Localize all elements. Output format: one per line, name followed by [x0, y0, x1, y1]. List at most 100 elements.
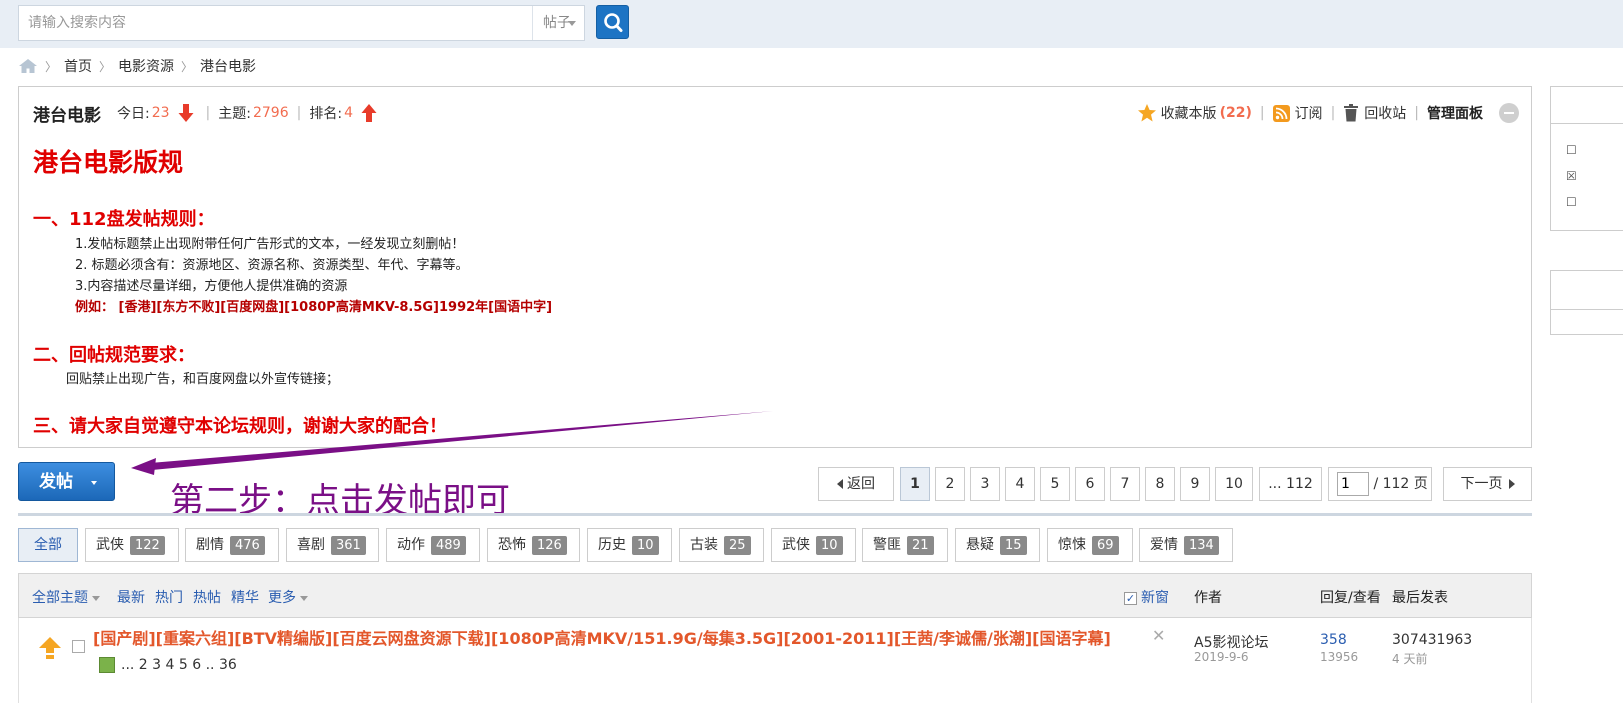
page-total-label: / 112 页: [1373, 476, 1428, 492]
thread-author[interactable]: A5影视论坛: [1194, 632, 1268, 652]
page-3[interactable]: 3: [970, 467, 1000, 501]
breadcrumb-home[interactable]: 首页: [64, 56, 92, 76]
search-type-select[interactable]: 帖子: [532, 6, 584, 40]
today-count: 23: [151, 105, 170, 121]
tag-history[interactable]: 历史 10: [587, 528, 672, 562]
search-input[interactable]: [19, 6, 532, 40]
recycle-bin-link[interactable]: 回收站: [1364, 103, 1406, 123]
tag-label: 动作: [397, 537, 425, 553]
collapse-icon[interactable]: [1499, 103, 1519, 123]
tag-action[interactable]: 动作 489: [386, 528, 480, 562]
filter-digest[interactable]: 精华: [231, 587, 259, 607]
tag-all[interactable]: 全部: [18, 528, 78, 562]
last-post-time: 4 天前: [1392, 652, 1428, 666]
breadcrumb-movie-resources[interactable]: 电影资源: [118, 56, 174, 76]
side-checkbox-icon: ☐: [1566, 195, 1577, 209]
filter-all-topics[interactable]: 全部主题: [32, 587, 100, 607]
chevron-down-icon: [91, 481, 97, 485]
rss-icon: [1272, 104, 1290, 122]
tag-label: 古装: [690, 537, 718, 553]
divider: [1551, 123, 1623, 124]
rules-title: 港台电影版规: [33, 148, 184, 177]
search-type-label: 帖子: [543, 15, 571, 31]
rule-example: 例如： [香港][东方不败][百度网盘][1080P高清MKV-8.5G]199…: [75, 300, 553, 315]
divider: [1551, 309, 1623, 310]
home-icon[interactable]: [18, 58, 38, 74]
tag-drama[interactable]: 剧情 476: [185, 528, 279, 562]
page-5[interactable]: 5: [1040, 467, 1070, 501]
thread-views: 13956: [1320, 650, 1359, 664]
page-6[interactable]: 6: [1075, 467, 1105, 501]
divider: |: [1330, 105, 1336, 121]
rank-value: 4: [344, 105, 353, 121]
divider: |: [205, 105, 211, 121]
page-7[interactable]: 7: [1110, 467, 1140, 501]
thread-title[interactable]: [国产剧][重案六组][BTV精编版][百度云网盘资源下载][1080P高清MK…: [93, 629, 1111, 648]
star-icon: [1137, 104, 1156, 122]
tag-label: 爱情: [1150, 537, 1178, 553]
tag-costume[interactable]: 古装 25: [679, 528, 764, 562]
new-window-toggle[interactable]: ✓ 新窗: [1124, 587, 1169, 607]
divider: |: [1259, 105, 1265, 121]
tag-wuxia-2[interactable]: 武侠 10: [771, 528, 856, 562]
top-bar: 帖子: [0, 0, 1623, 48]
new-post-button[interactable]: 发帖: [18, 462, 115, 501]
filter-more[interactable]: 更多: [268, 587, 308, 607]
tag-label: 警匪: [873, 537, 901, 553]
tag-wuxia[interactable]: 武侠 122: [85, 528, 179, 562]
filter-latest[interactable]: 最新: [117, 587, 145, 607]
thread-date: 2019-9-6: [1194, 650, 1249, 664]
rules-section-3-title: 三、请大家自觉遵守本论坛规则，谢谢大家的配合！: [33, 416, 447, 437]
page-last[interactable]: ... 112: [1259, 467, 1322, 501]
side-panel: ☐ ☒ ☐: [1550, 86, 1623, 231]
tag-horror[interactable]: 恐怖 126: [487, 528, 580, 562]
page-jump-input[interactable]: [1337, 472, 1369, 496]
breadcrumb-separator: 〉: [181, 59, 194, 74]
divider: [18, 513, 1532, 516]
page-1[interactable]: 1: [900, 467, 930, 501]
favorite-forum-link[interactable]: 收藏本版: [1161, 103, 1217, 123]
rule-line: 1.发帖标题禁止出现附带任何广告形式的文本，一经发现立刻删帖！: [75, 237, 465, 252]
tag-thriller[interactable]: 惊悚 69: [1047, 528, 1133, 562]
tag-romance[interactable]: 爱情 134: [1139, 528, 1233, 562]
search-button[interactable]: [596, 5, 629, 39]
rules-section-1-title: 一、112盘发帖规则：: [33, 209, 215, 230]
tag-count: 122: [130, 536, 165, 555]
admin-panel-link[interactable]: 管理面板: [1427, 103, 1483, 123]
subscribe-link[interactable]: 订阅: [1295, 103, 1323, 123]
breadcrumb-hk-tw-movies[interactable]: 港台电影: [200, 56, 256, 76]
tag-comedy[interactable]: 喜剧 361: [286, 528, 379, 562]
page-2[interactable]: 2: [935, 467, 965, 501]
filter-hot-posts[interactable]: 热帖: [193, 587, 221, 607]
forum-actions: 收藏本版 (22) | 订阅 | 回收站 | 管理面板: [1137, 101, 1519, 125]
tag-crime[interactable]: 警匪 21: [862, 528, 948, 562]
thread-checkbox[interactable]: [72, 640, 85, 653]
side-checkbox-icon: ☒: [1566, 169, 1577, 183]
page-10[interactable]: 10: [1215, 467, 1253, 501]
page-8[interactable]: 8: [1145, 467, 1175, 501]
tag-count: 361: [331, 536, 366, 555]
tag-count: 69: [1092, 536, 1119, 555]
close-icon[interactable]: ✕: [1152, 626, 1165, 645]
next-page-button[interactable]: 下一页: [1443, 467, 1532, 501]
tag-suspense[interactable]: 悬疑 15: [955, 528, 1040, 562]
thread-replies[interactable]: 358: [1320, 632, 1347, 648]
pager-back-button[interactable]: 返回: [818, 467, 894, 501]
side-checkbox-icon: ☐: [1566, 143, 1577, 157]
tag-label: 恐怖: [498, 537, 526, 553]
filter-more-label: 更多: [268, 590, 296, 606]
image-attachment-icon: [99, 656, 115, 673]
tag-count: 489: [431, 536, 466, 555]
thread-list-header: 全部主题 最新 热门 热帖 精华 更多 ✓ 新窗 作者 回复/查看 最后发表: [18, 573, 1532, 618]
filter-hot[interactable]: 热门: [155, 587, 183, 607]
last-poster[interactable]: 307431963: [1392, 632, 1472, 648]
search-box: 帖子: [18, 5, 585, 41]
thread-page-links[interactable]: ... 2 3 4 5 6 .. 36: [121, 657, 237, 673]
next-page-label: 下一页: [1460, 476, 1503, 492]
table-row: [国产剧][重案六组][BTV精编版][百度云网盘资源下载][1080P高清MK…: [18, 618, 1532, 703]
tag-label: 悬疑: [966, 537, 994, 553]
page-9[interactable]: 9: [1180, 467, 1210, 501]
page-4[interactable]: 4: [1005, 467, 1035, 501]
filter-all-topics-label: 全部主题: [32, 590, 88, 606]
chevron-down-icon: [92, 595, 100, 601]
